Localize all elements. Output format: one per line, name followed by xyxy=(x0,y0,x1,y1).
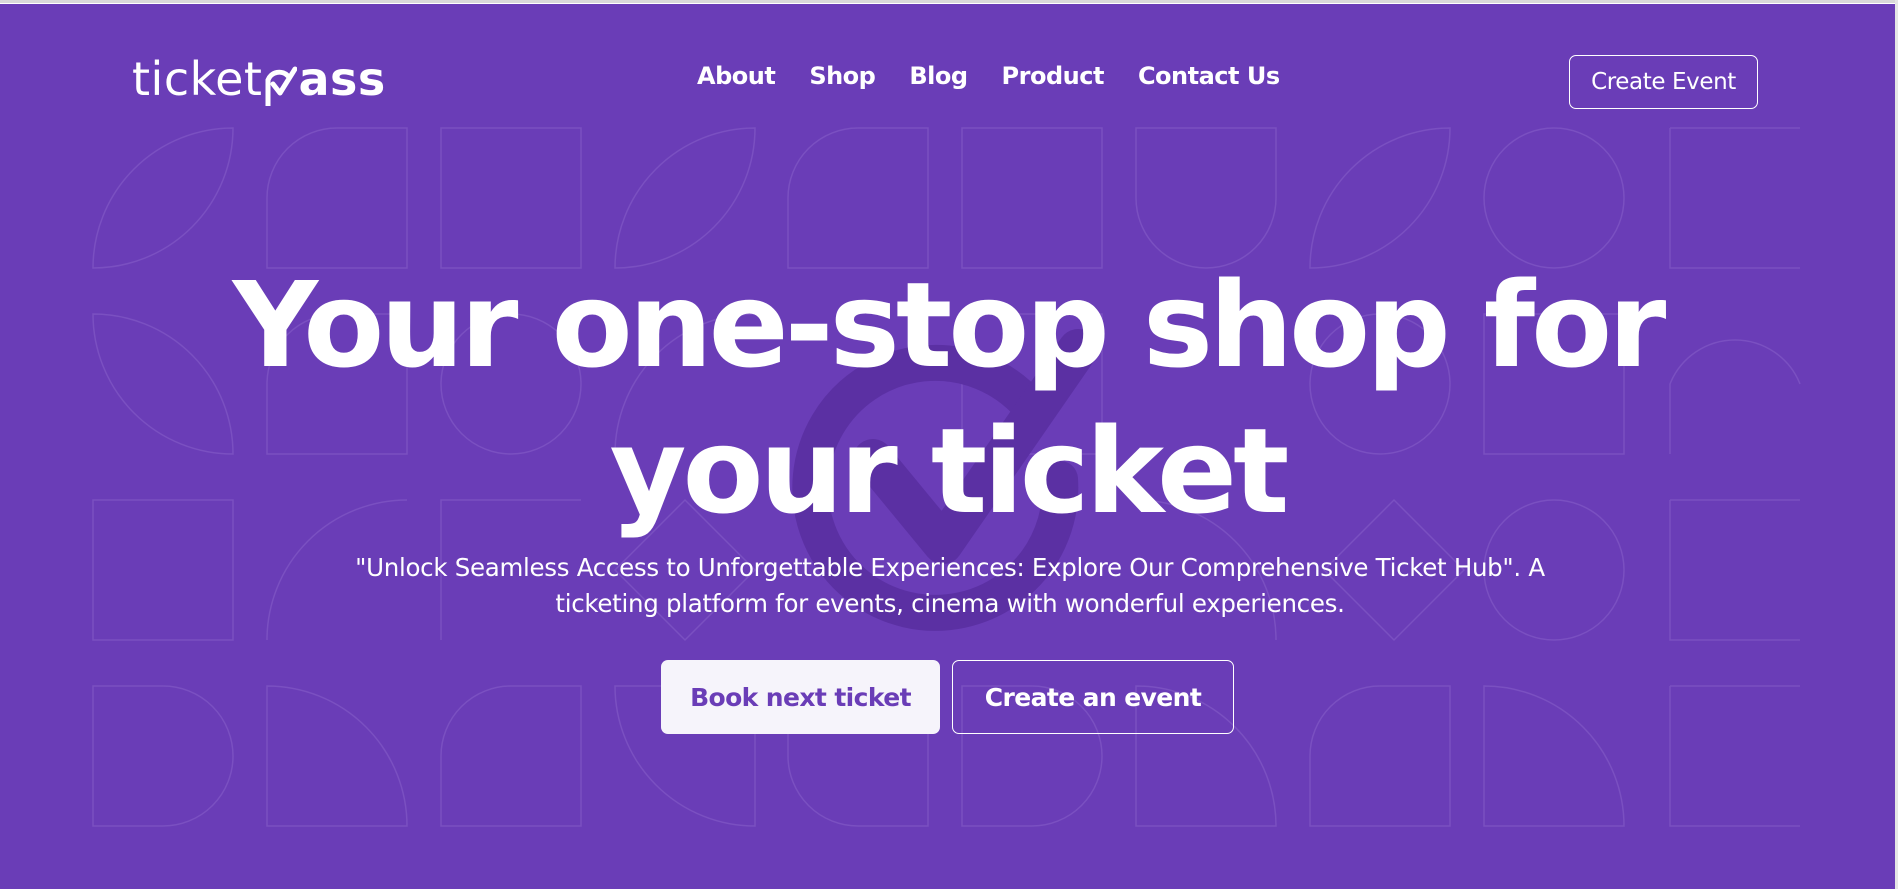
logo-text-right: ass xyxy=(298,52,386,106)
hero-title-line-2: your ticket xyxy=(609,402,1290,540)
landing-page: ticket ass About Shop Blog Product Conta… xyxy=(0,4,1895,889)
create-event-button[interactable]: Create Event xyxy=(1569,55,1758,109)
hero-title: Your one-stop shop for your ticket xyxy=(0,252,1895,544)
brand-logo[interactable]: ticket ass xyxy=(132,52,386,109)
hero-subtitle: "Unlock Seamless Access to Unforgettable… xyxy=(355,553,1545,618)
nav-item-blog[interactable]: Blog xyxy=(909,62,968,90)
book-next-ticket-button[interactable]: Book next ticket xyxy=(661,660,940,734)
top-border xyxy=(0,0,1898,3)
check-mark-icon xyxy=(263,63,298,109)
nav-item-contact-us[interactable]: Contact Us xyxy=(1138,62,1280,90)
logo-text-left: ticket xyxy=(132,52,263,106)
nav-item-product[interactable]: Product xyxy=(1002,62,1105,90)
create-an-event-button[interactable]: Create an event xyxy=(952,660,1234,734)
hero-title-line-1: Your one-stop shop for xyxy=(232,256,1667,394)
nav-item-about[interactable]: About xyxy=(697,62,776,90)
nav-item-shop[interactable]: Shop xyxy=(809,62,876,90)
main-nav: About Shop Blog Product Contact Us xyxy=(697,62,1280,90)
